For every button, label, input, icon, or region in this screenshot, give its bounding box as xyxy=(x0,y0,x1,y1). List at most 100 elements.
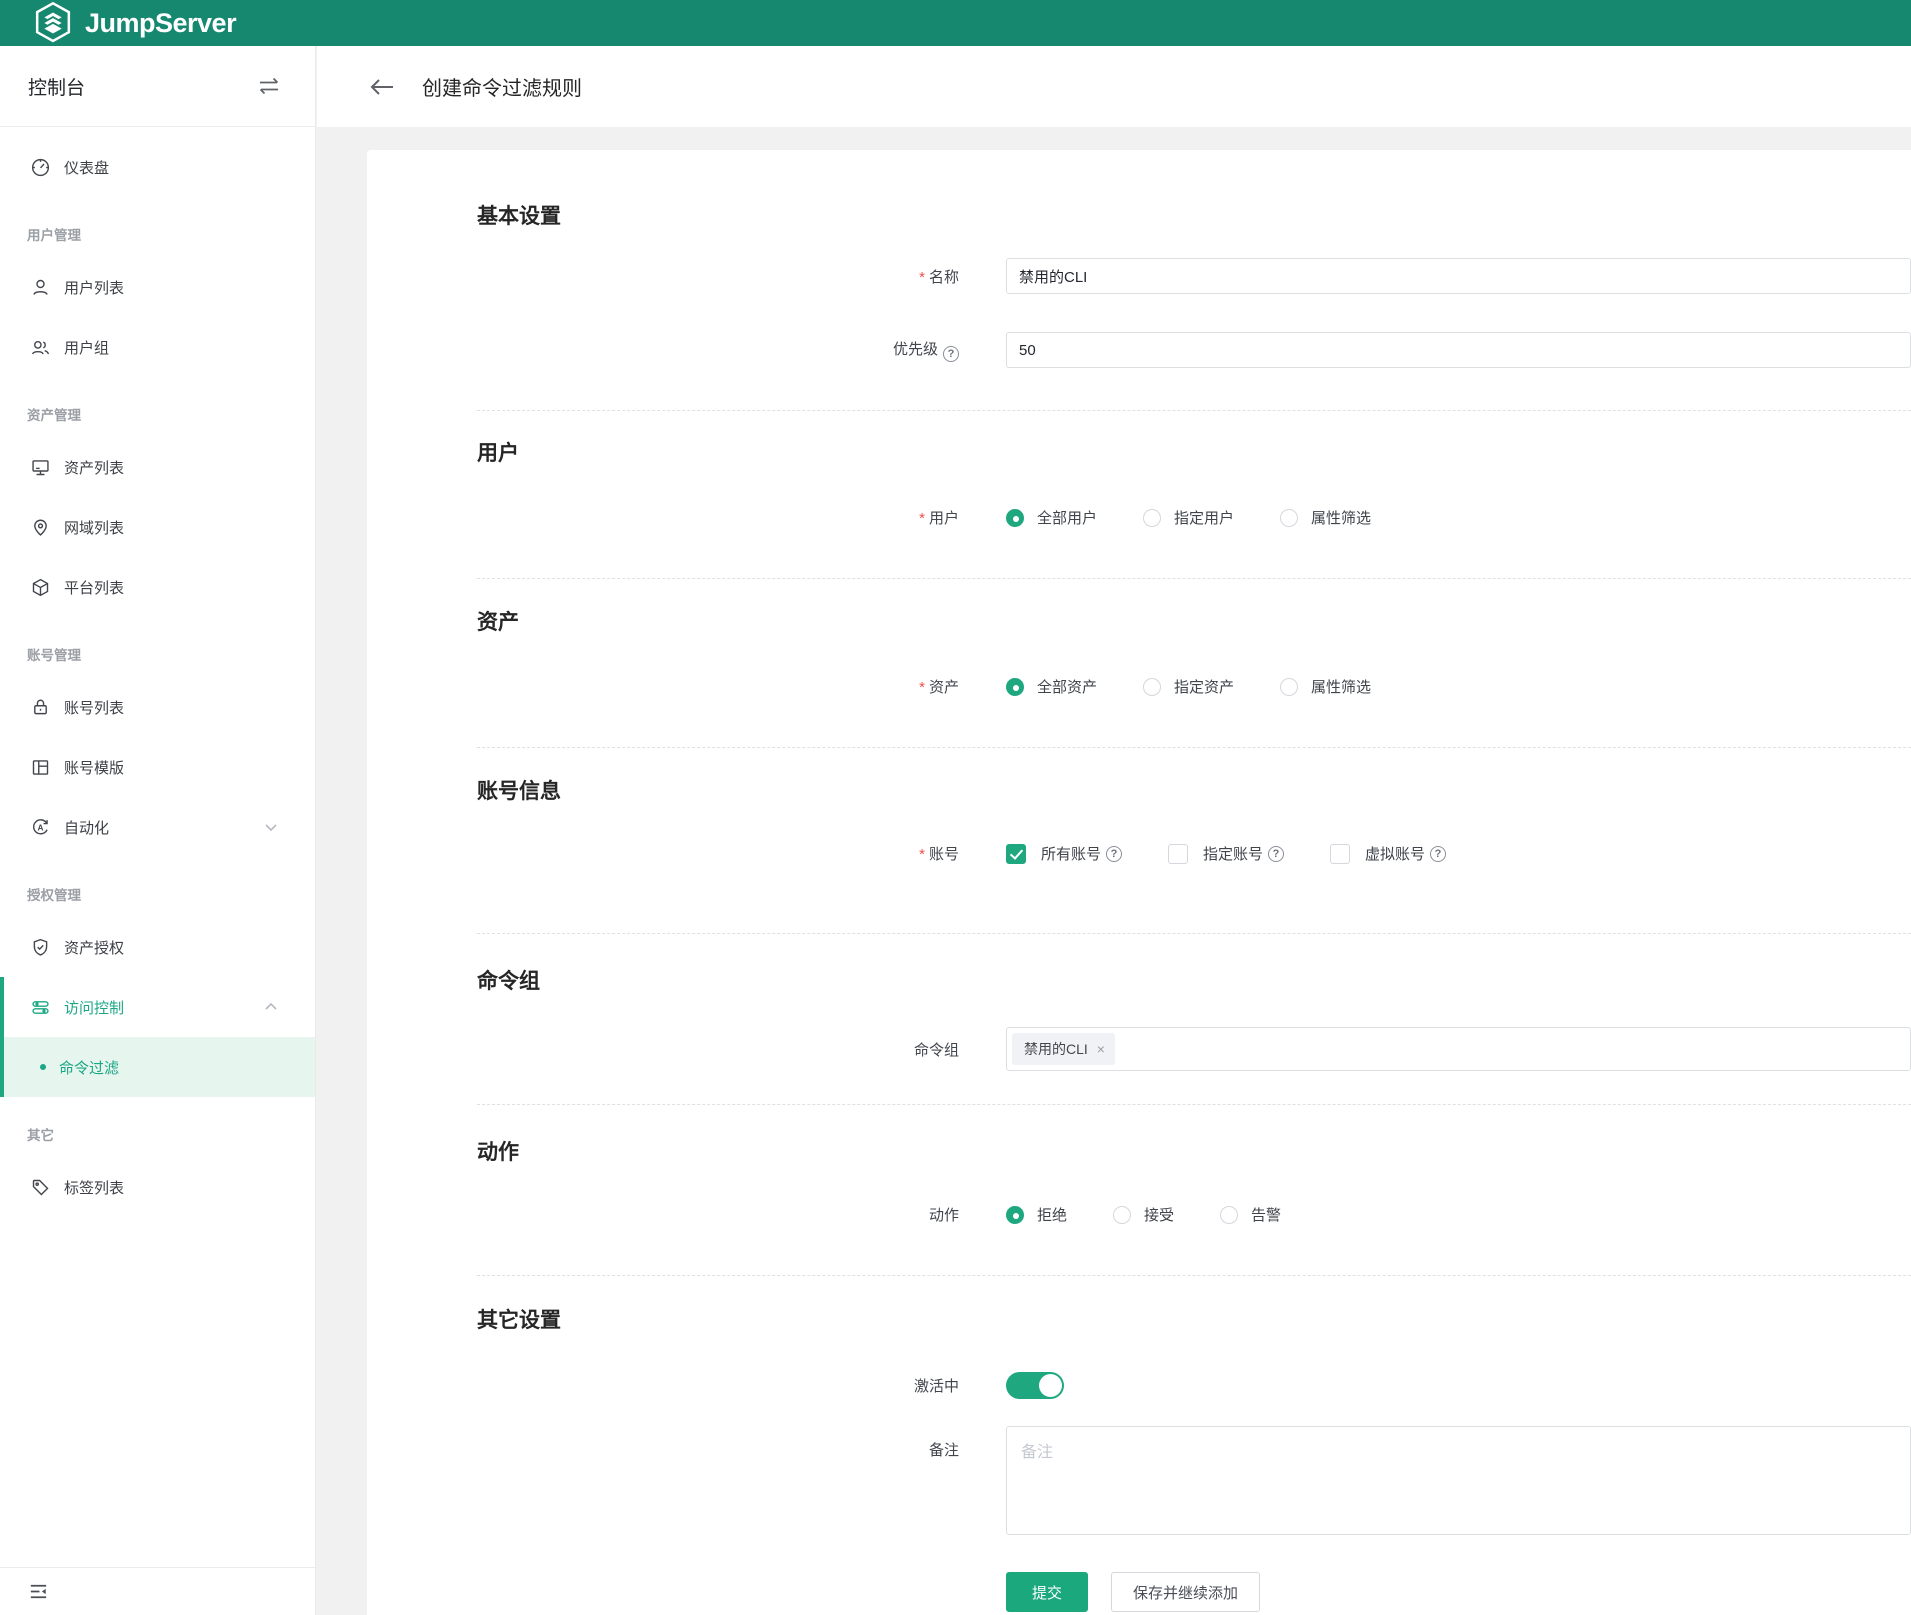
sidebar-item-label: 资产授权 xyxy=(64,937,124,958)
action-radio-row: 动作 拒绝 接受 告警 xyxy=(367,1204,1911,1225)
help-icon[interactable]: ? xyxy=(1430,846,1446,862)
radio-warning[interactable]: 告警 xyxy=(1220,1204,1281,1225)
radio-reject[interactable]: 拒绝 xyxy=(1006,1204,1067,1225)
sidebar-item-tag-list[interactable]: 标签列表 xyxy=(0,1157,315,1217)
radio-icon xyxy=(1280,678,1298,696)
sidebar-item-account-list[interactable]: 账号列表 xyxy=(0,677,315,737)
priority-label: 优先级? xyxy=(367,338,959,362)
sidebar-item-domain-list[interactable]: 网域列表 xyxy=(0,497,315,557)
active-label: 激活中 xyxy=(367,1375,959,1396)
command-group-select[interactable]: 禁用的CLI × xyxy=(1006,1027,1911,1071)
toggle-knob xyxy=(1039,1374,1062,1397)
users-icon xyxy=(30,337,51,358)
sidebar-menu: 仪表盘 用户管理 用户列表 用户组 资产管理 xyxy=(0,127,315,1217)
active-toggle-row: 激活中 xyxy=(367,1372,1911,1399)
radio-all-assets[interactable]: 全部资产 xyxy=(1006,676,1097,697)
sidebar-item-asset-perm[interactable]: 资产授权 xyxy=(0,917,315,977)
help-icon[interactable]: ? xyxy=(1106,846,1122,862)
name-input[interactable] xyxy=(1006,258,1911,294)
sidebar-item-platform-list[interactable]: 平台列表 xyxy=(0,557,315,617)
radio-icon xyxy=(1006,678,1024,696)
map-pin-icon xyxy=(30,517,51,538)
sidebar-item-asset-list[interactable]: 资产列表 xyxy=(0,437,315,497)
sidebar-item-automation[interactable]: A 自动化 xyxy=(0,797,315,857)
name-label: *名称 xyxy=(367,266,959,287)
section-divider xyxy=(477,578,1911,579)
radio-specified-assets[interactable]: 指定资产 xyxy=(1143,676,1234,697)
tag-icon xyxy=(30,1177,51,1198)
sidebar-section-user-mgmt: 用户管理 xyxy=(0,197,315,257)
save-and-continue-button[interactable]: 保存并继续添加 xyxy=(1111,1572,1260,1612)
radio-icon xyxy=(1280,509,1298,527)
section-heading-user: 用户 xyxy=(477,442,1911,466)
asset-label: *资产 xyxy=(367,676,959,697)
active-toggle[interactable] xyxy=(1006,1372,1064,1399)
automation-icon: A xyxy=(30,817,51,838)
help-icon[interactable]: ? xyxy=(1268,846,1284,862)
sidebar-item-label: 账号模版 xyxy=(64,757,124,778)
radio-icon xyxy=(1006,509,1024,527)
section-heading-account: 账号信息 xyxy=(477,780,1911,804)
back-arrow-icon[interactable] xyxy=(369,76,395,98)
template-icon xyxy=(30,757,51,778)
radio-specified-users[interactable]: 指定用户 xyxy=(1143,507,1234,528)
sidebar-item-dashboard[interactable]: 仪表盘 xyxy=(0,137,315,197)
radio-attr-filter-assets[interactable]: 属性筛选 xyxy=(1280,676,1371,697)
comment-textarea[interactable] xyxy=(1006,1426,1911,1535)
sidebar-footer xyxy=(0,1567,315,1615)
section-heading-other: 其它设置 xyxy=(477,1309,1911,1333)
command-group-label: 命令组 xyxy=(367,1039,959,1060)
shield-check-icon xyxy=(30,937,51,958)
required-asterisk: * xyxy=(919,510,925,527)
sidebar-item-account-template[interactable]: 账号模版 xyxy=(0,737,315,797)
sidebar-section-perm-mgmt: 授权管理 xyxy=(0,857,315,917)
gauge-icon xyxy=(30,157,51,178)
section-divider xyxy=(477,410,1911,411)
collapse-sidebar-icon[interactable] xyxy=(27,1580,50,1603)
section-heading-action: 动作 xyxy=(477,1141,1911,1165)
sidebar-item-label: 自动化 xyxy=(64,817,109,838)
sidebar-item-label: 标签列表 xyxy=(64,1177,124,1198)
chevron-up-icon[interactable] xyxy=(263,999,279,1015)
sidebar-item-label: 仪表盘 xyxy=(64,157,109,178)
radio-icon xyxy=(1220,1206,1238,1224)
asset-radio-row: *资产 全部资产 指定资产 属性筛选 xyxy=(367,676,1911,697)
remove-tag-icon[interactable]: × xyxy=(1097,1041,1105,1057)
sidebar-header: 控制台 xyxy=(0,46,315,127)
checkbox-virtual-accounts[interactable]: 虚拟账号 ? xyxy=(1330,843,1446,864)
radio-icon xyxy=(1113,1206,1131,1224)
checkbox-icon xyxy=(1168,844,1188,864)
sidebar-item-label: 资产列表 xyxy=(64,457,124,478)
sidebar-item-user-group[interactable]: 用户组 xyxy=(0,317,315,377)
sidebar: 控制台 仪表盘 用户管理 用户列表 xyxy=(0,46,316,1615)
section-divider xyxy=(477,1275,1911,1276)
user-icon xyxy=(30,277,51,298)
main-area: 创建命令过滤规则 基本设置 *名称 优先级? xyxy=(317,46,1911,1615)
sidebar-item-user-list[interactable]: 用户列表 xyxy=(0,257,315,317)
priority-input[interactable] xyxy=(1006,332,1911,368)
jumpserver-logo-icon xyxy=(33,1,73,45)
sidebar-item-label: 用户组 xyxy=(64,337,109,358)
switch-view-icon[interactable] xyxy=(257,75,281,97)
account-checkbox-row: *账号 所有账号 ? 指定账号 ? 虚拟账号 xyxy=(367,843,1911,864)
radio-attr-filter-users[interactable]: 属性筛选 xyxy=(1280,507,1371,528)
help-icon[interactable]: ? xyxy=(943,346,959,362)
cube-icon xyxy=(30,577,51,598)
sidebar-item-label: 网域列表 xyxy=(64,517,124,538)
checkbox-all-accounts[interactable]: 所有账号 ? xyxy=(1006,843,1122,864)
sidebar-item-access-control[interactable]: 访问控制 xyxy=(0,977,315,1037)
required-asterisk: * xyxy=(919,269,925,286)
checkbox-specified-accounts[interactable]: 指定账号 ? xyxy=(1168,843,1284,864)
sidebar-subitem-command-filter[interactable]: 命令过滤 xyxy=(0,1037,315,1097)
lock-icon xyxy=(30,697,51,718)
page-title: 创建命令过滤规则 xyxy=(422,72,582,101)
section-divider xyxy=(477,747,1911,748)
submit-button[interactable]: 提交 xyxy=(1006,1572,1088,1612)
chevron-down-icon[interactable] xyxy=(263,819,279,835)
radio-all-users[interactable]: 全部用户 xyxy=(1006,507,1097,528)
radio-accept[interactable]: 接受 xyxy=(1113,1204,1174,1225)
selected-tag: 禁用的CLI × xyxy=(1012,1033,1115,1065)
checkbox-icon xyxy=(1006,844,1026,864)
checkbox-icon xyxy=(1330,844,1350,864)
user-label: *用户 xyxy=(367,507,959,528)
